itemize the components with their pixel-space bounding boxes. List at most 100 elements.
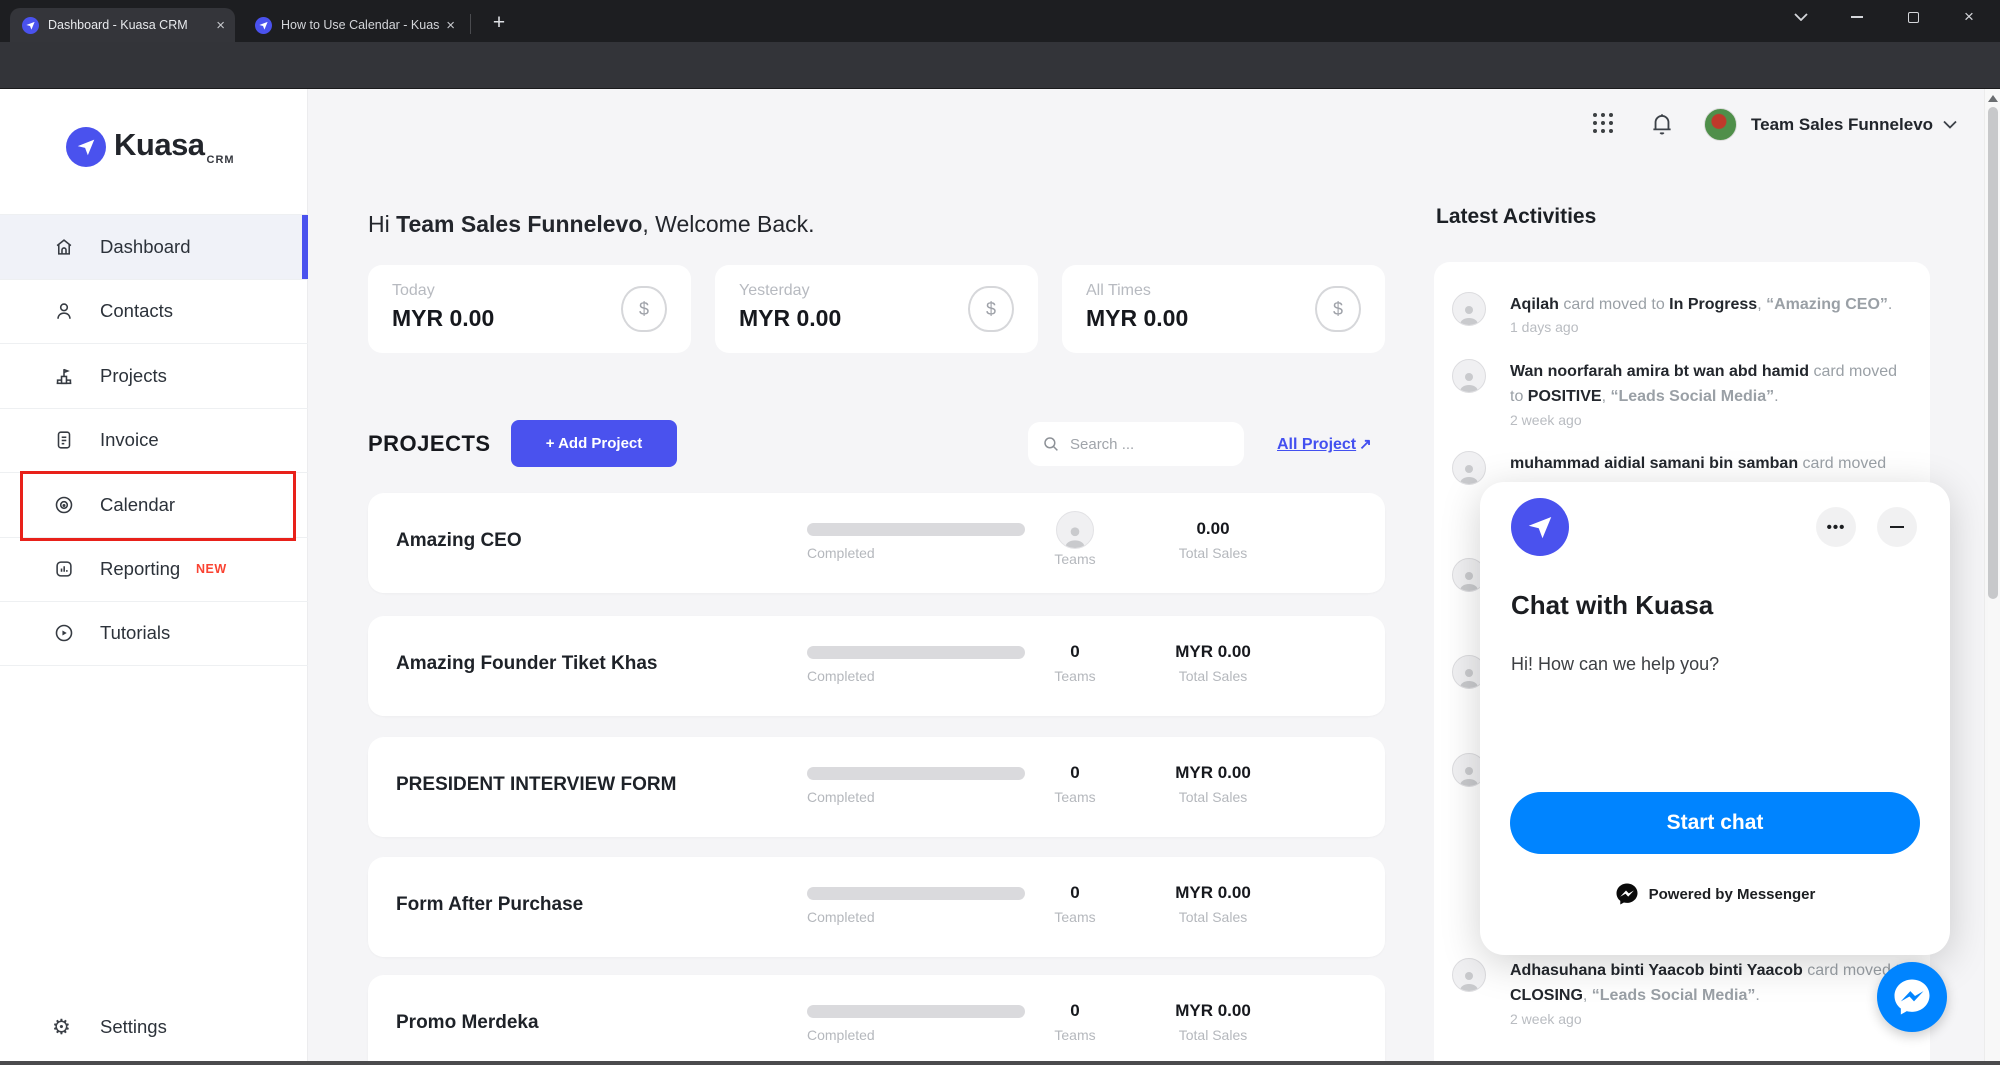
sidebar-item-projects[interactable]: Projects — [0, 343, 308, 408]
browser-tab-bar: Dashboard - Kuasa CRM × How to Use Calen… — [0, 0, 2000, 42]
progress-bar — [807, 1005, 1025, 1018]
stat-card-all-times: All Times MYR 0.00 $ — [1062, 265, 1385, 353]
project-row[interactable]: Promo Merdeka Completed 0 Teams MYR 0.00… — [368, 975, 1385, 1065]
messenger-icon — [1615, 882, 1639, 906]
sidebar-item-dashboard[interactable]: Dashboard — [0, 214, 308, 279]
project-row[interactable]: Form After Purchase Completed 0 Teams MY… — [368, 857, 1385, 957]
search-input[interactable] — [1070, 436, 1220, 453]
tab-title: Dashboard - Kuasa CRM — [48, 18, 210, 32]
total-sales-label: Total Sales — [1158, 789, 1268, 805]
tab-close-icon[interactable]: × — [446, 17, 455, 34]
teams-count: 0 — [1045, 1001, 1105, 1021]
progress-label: Completed — [807, 545, 875, 561]
notifications-bell-icon[interactable] — [1649, 110, 1675, 138]
search-icon — [1042, 435, 1060, 453]
chat-more-button[interactable]: ••• — [1816, 507, 1856, 547]
powered-by-text: Powered by Messenger — [1649, 886, 1816, 903]
activity-text: Adhasuhana binti Yaacob binti Yaacob car… — [1510, 958, 1912, 1008]
gear-icon: ⚙ — [52, 1017, 71, 1038]
scroll-up-arrow-icon[interactable] — [1988, 95, 1998, 102]
activity-text: Wan noorfarah amira bt wan abd hamid car… — [1510, 359, 1912, 409]
teams-label: Teams — [1045, 668, 1105, 684]
add-project-button[interactable]: + Add Project — [511, 420, 677, 467]
invoice-icon — [52, 428, 76, 452]
chat-message: Hi! How can we help you? — [1511, 654, 1719, 675]
tab-separator — [470, 14, 471, 34]
sidebar-item-contacts[interactable]: Contacts — [0, 279, 308, 344]
tab-title: How to Use Calendar - Kuasa Do — [281, 18, 440, 32]
chat-title: Chat with Kuasa — [1511, 590, 1713, 621]
project-search[interactable] — [1028, 422, 1244, 466]
chat-widget: ••• Chat with Kuasa Hi! How can we help … — [1480, 482, 1950, 955]
messenger-chat-bubble[interactable] — [1877, 962, 1947, 1032]
start-chat-button[interactable]: Start chat — [1510, 792, 1920, 854]
kuasa-logo[interactable]: Kuasa CRM — [66, 127, 235, 167]
sidebar-item-invoice[interactable]: Invoice — [0, 408, 308, 473]
teams-column: 0 Teams — [1045, 737, 1105, 805]
tab-dashboard[interactable]: Dashboard - Kuasa CRM × — [10, 8, 235, 42]
total-sales-value: MYR 0.00 — [1158, 1001, 1268, 1021]
calendar-annotation-box — [20, 471, 296, 541]
sidebar-item-reporting[interactable]: Reporting NEW — [0, 537, 308, 602]
user-avatar — [1704, 108, 1737, 141]
chat-minimize-button[interactable] — [1877, 507, 1917, 547]
total-sales-column: MYR 0.00 Total Sales — [1158, 737, 1268, 805]
sidebar-nav: Dashboard Contacts Projects Invoice — [0, 214, 308, 666]
new-tab-button[interactable]: + — [484, 8, 514, 38]
user-menu[interactable]: Team Sales Funnelevo — [1704, 108, 1957, 141]
teams-label: Teams — [1045, 909, 1105, 925]
teams-column: 0 Teams — [1045, 975, 1105, 1043]
greeting-user-name: Team Sales Funnelevo — [396, 211, 642, 237]
window-minimize-button[interactable] — [1834, 0, 1880, 34]
teams-label: Teams — [1045, 1027, 1105, 1043]
stat-value: MYR 0.00 — [1086, 305, 1188, 332]
teams-count: 0 — [1045, 763, 1105, 783]
kuasa-favicon-icon — [22, 17, 39, 34]
stat-label: Today — [392, 282, 435, 300]
page-scrollbar[interactable] — [1984, 89, 2000, 1065]
window-restore-button[interactable] — [1890, 0, 1936, 34]
dollar-icon: $ — [621, 286, 667, 332]
logo-subtext: CRM — [207, 154, 235, 166]
sidebar-item-label: Projects — [100, 365, 167, 387]
contacts-icon — [52, 299, 76, 323]
total-sales-column: MYR 0.00 Total Sales — [1158, 975, 1268, 1043]
stat-card-today: Today MYR 0.00 $ — [368, 265, 691, 353]
scrollbar-thumb[interactable] — [1988, 107, 1998, 599]
teams-count: 0 — [1045, 883, 1105, 903]
tutorials-play-icon — [52, 621, 76, 645]
activity-time: 2 week ago — [1510, 412, 1582, 428]
window-close-button[interactable]: × — [1946, 0, 1992, 34]
activity-text: Aqilah card moved to In Progress, “Amazi… — [1510, 292, 1912, 317]
sidebar-item-settings[interactable]: ⚙ Settings — [0, 1002, 308, 1052]
total-sales-column: MYR 0.00 Total Sales — [1158, 616, 1268, 684]
project-row[interactable]: PRESIDENT INTERVIEW FORM Completed 0 Tea… — [368, 737, 1385, 837]
tab-close-icon[interactable]: × — [216, 17, 225, 34]
total-sales-column: MYR 0.00 Total Sales — [1158, 857, 1268, 925]
activity-avatar-icon — [1452, 292, 1486, 326]
progress-bar — [807, 646, 1025, 659]
activity-text: muhammad aidial samani bin samban card m… — [1510, 451, 1912, 476]
project-row[interactable]: Amazing Founder Tiket Khas Completed 0 T… — [368, 616, 1385, 716]
stat-value: MYR 0.00 — [392, 305, 494, 332]
dollar-icon: $ — [1315, 286, 1361, 332]
sidebar-item-tutorials[interactable]: Tutorials — [0, 601, 308, 666]
project-row[interactable]: Amazing CEO Completed Teams 0.00 Total S… — [368, 493, 1385, 593]
teams-column: Teams — [1045, 493, 1105, 567]
user-name: Team Sales Funnelevo — [1751, 115, 1933, 135]
reporting-icon — [52, 557, 76, 581]
activity-avatar-icon — [1452, 359, 1486, 393]
total-sales-label: Total Sales — [1158, 545, 1268, 561]
latest-activities-title: Latest Activities — [1436, 205, 1596, 229]
activity-avatar-icon — [1452, 451, 1486, 485]
window-menu-chevron-icon[interactable] — [1778, 0, 1824, 34]
tab-calendar-doc[interactable]: How to Use Calendar - Kuasa Do × — [243, 8, 465, 42]
teams-count: 0 — [1045, 642, 1105, 662]
apps-grid-icon[interactable] — [1593, 113, 1614, 134]
progress-label: Completed — [807, 909, 875, 925]
kuasa-favicon-icon — [255, 17, 272, 34]
all-project-link[interactable]: All Project↗ — [1277, 435, 1372, 454]
teams-label: Teams — [1045, 789, 1105, 805]
total-sales-label: Total Sales — [1158, 1027, 1268, 1043]
sidebar-item-label: Dashboard — [100, 236, 191, 258]
